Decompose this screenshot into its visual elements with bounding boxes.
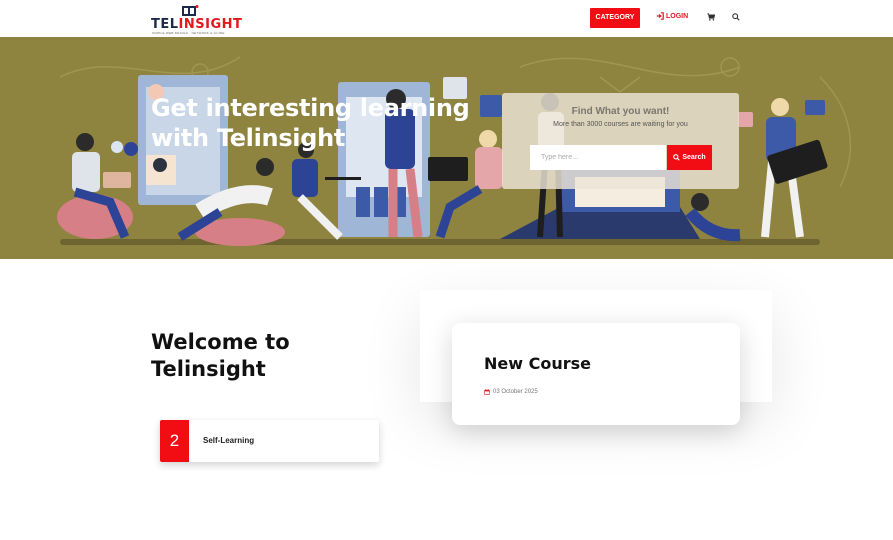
hero-banner: Get interesting learning with Telinsight… xyxy=(0,37,893,259)
logo-mark-icon xyxy=(182,5,199,16)
login-link[interactable]: LOGIN xyxy=(656,12,688,20)
site-logo[interactable]: TELINSIGHT SIMPLE WEB DESIGN · NETWORK &… xyxy=(151,5,242,35)
welcome-title: Welcome to Telinsight xyxy=(151,330,290,381)
site-header: TELINSIGHT SIMPLE WEB DESIGN · NETWORK &… xyxy=(0,0,893,37)
search-panel-title: Find What you want! xyxy=(571,106,670,117)
logo-tagline: SIMPLE WEB DESIGN · NETWORK & GUIDE xyxy=(152,31,225,35)
category-button[interactable]: CATEGORY xyxy=(590,8,640,28)
search-icon[interactable] xyxy=(732,13,740,21)
course-search-input[interactable] xyxy=(530,145,666,170)
logo-text-insight: INSIGHT xyxy=(178,17,243,32)
course-title: New Course xyxy=(484,354,591,373)
cart-icon[interactable] xyxy=(707,13,715,21)
feature-label: Self-Learning xyxy=(203,436,255,445)
hero-title: Get interesting learning with Telinsight xyxy=(151,94,470,152)
calendar-icon xyxy=(484,389,490,395)
course-date: 03 October 2025 xyxy=(484,389,538,395)
login-label: LOGIN xyxy=(666,12,689,20)
search-button-label: Search xyxy=(682,154,706,161)
feature-card-self-learning[interactable]: 2 Self-Learning xyxy=(160,420,379,462)
course-search-button[interactable]: Search xyxy=(667,145,712,170)
course-date-text: 03 October 2025 xyxy=(493,389,538,395)
logo-text-tel: TEL xyxy=(151,17,179,32)
search-panel-subtitle: More than 3000 courses are waiting for y… xyxy=(553,121,688,128)
search-button-icon xyxy=(673,154,681,161)
course-search-panel: Find What you want! More than 3000 cours… xyxy=(502,93,739,189)
login-icon xyxy=(656,12,664,20)
feature-number: 2 xyxy=(160,420,189,462)
logo-text: TELINSIGHT xyxy=(151,17,242,32)
new-course-card[interactable]: New Course 03 October 2025 xyxy=(452,323,740,425)
